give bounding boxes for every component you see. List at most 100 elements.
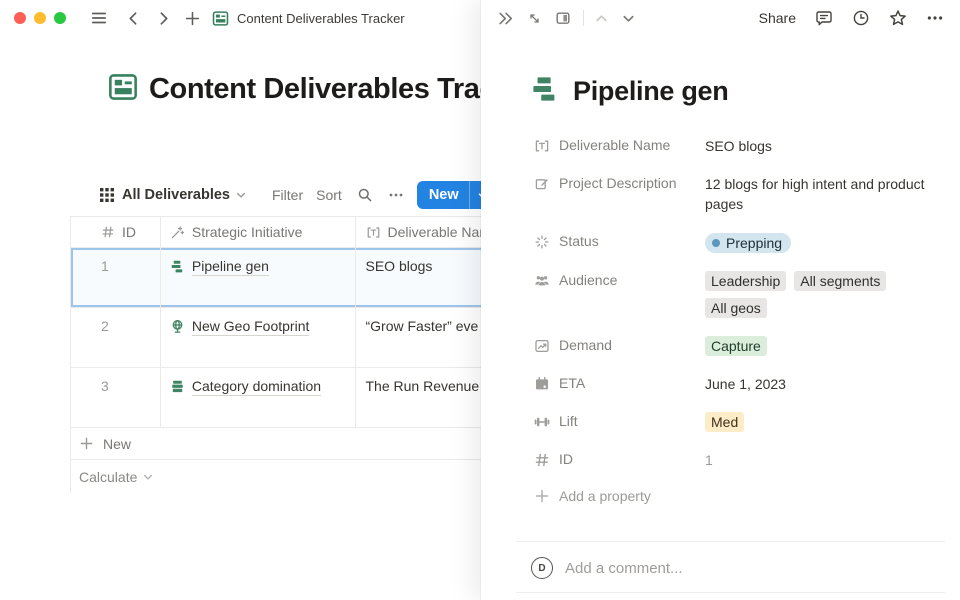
cell-id[interactable]: 1	[71, 248, 161, 307]
property-value[interactable]: 1	[705, 450, 938, 470]
bars-chart-icon[interactable]	[530, 74, 560, 109]
property-value[interactable]: Prepping	[705, 232, 938, 253]
cell-initiative[interactable]: Category domination	[161, 368, 356, 427]
property-row-status[interactable]: Status Prepping	[534, 232, 938, 253]
status-dot	[712, 239, 720, 247]
bars-chart-icon	[170, 259, 185, 277]
property-label[interactable]: ID	[534, 450, 705, 470]
page-table-icon	[212, 10, 229, 27]
property-row-lift[interactable]: Lift Med	[534, 412, 938, 432]
side-peek-icon[interactable]	[555, 10, 571, 26]
property-name: ETA	[559, 375, 585, 391]
plus-icon	[534, 488, 550, 504]
table-page-icon[interactable]	[108, 72, 138, 107]
chevron-down-icon[interactable]	[235, 189, 247, 201]
property-value[interactable]: Med	[705, 412, 938, 432]
demand-tag[interactable]: Capture	[705, 336, 767, 356]
forward-icon[interactable]	[155, 10, 172, 27]
status-pill[interactable]: Prepping	[705, 233, 791, 253]
cell-id[interactable]: 3	[71, 368, 161, 427]
property-value[interactable]: 12 blogs for high intent and product pag…	[705, 174, 938, 214]
clock-icon[interactable]	[852, 9, 870, 27]
property-name: Lift	[559, 413, 578, 429]
wand-icon	[170, 225, 185, 240]
view-tab-all-deliverables[interactable]: All Deliverables	[122, 187, 230, 203]
property-label[interactable]: Demand	[534, 336, 705, 356]
cell-initiative[interactable]: Pipeline gen	[161, 248, 356, 307]
chevron-down-icon[interactable]	[621, 11, 636, 26]
peek-page-title[interactable]: Pipeline gen	[573, 76, 728, 107]
page-title[interactable]: Content Deliverables Tracker	[149, 73, 538, 106]
page-link[interactable]: Category domination	[192, 377, 321, 396]
hamburger-icon[interactable]	[90, 9, 108, 27]
cell-initiative[interactable]: New Geo Footprint	[161, 308, 356, 367]
property-label[interactable]: Status	[534, 232, 705, 253]
more-dots-icon[interactable]	[926, 9, 944, 27]
traffic-light-close[interactable]	[14, 12, 26, 24]
lift-tag[interactable]: Med	[705, 412, 744, 432]
toolbar-divider	[583, 10, 584, 26]
panel-bottom-divider	[516, 592, 945, 593]
property-value[interactable]: Capture	[705, 336, 938, 356]
calendar-icon	[534, 376, 550, 392]
search-icon[interactable]	[357, 187, 373, 203]
property-label[interactable]: ETA	[534, 374, 705, 394]
property-name: Audience	[559, 272, 617, 288]
cell-id[interactable]: 2	[71, 308, 161, 367]
add-property-button[interactable]: Add a property	[534, 488, 938, 504]
view-toolbar: All Deliverables Filter Sort New	[100, 180, 495, 210]
avatar: D	[531, 557, 553, 579]
property-label[interactable]: Lift	[534, 412, 705, 432]
share-button[interactable]: Share	[759, 10, 796, 26]
property-row-id[interactable]: ID 1	[534, 450, 938, 470]
window-title: Content Deliverables Tracker	[237, 11, 405, 26]
property-row-eta[interactable]: ETA June 1, 2023	[534, 374, 938, 394]
double-chevron-right-icon[interactable]	[497, 10, 514, 27]
comment-input[interactable]: Add a comment...	[565, 560, 683, 577]
properties-list: Deliverable Name SEO blogs Project Descr…	[534, 136, 938, 504]
star-icon[interactable]	[889, 9, 907, 27]
filter-button[interactable]: Filter	[272, 187, 303, 203]
property-row-deliverable-name[interactable]: Deliverable Name SEO blogs	[534, 136, 938, 156]
property-row-audience[interactable]: Audience Leadership All segments All geo…	[534, 271, 938, 318]
new-button-label[interactable]: New	[417, 187, 469, 203]
property-name: Demand	[559, 337, 612, 353]
property-label[interactable]: Deliverable Name	[534, 136, 705, 156]
property-label[interactable]: Audience	[534, 271, 705, 318]
property-name: Deliverable Name	[559, 137, 670, 153]
new-tab-plus-icon[interactable]	[184, 10, 201, 27]
chevron-up-icon[interactable]	[594, 11, 609, 26]
property-name: Project Description	[559, 175, 677, 191]
more-dots-icon[interactable]	[388, 187, 404, 203]
app-window: Content Deliverables Tracker Content Del…	[0, 0, 960, 600]
comment-bubble-icon[interactable]	[815, 9, 833, 27]
property-row-demand[interactable]: Demand Capture	[534, 336, 938, 356]
page-link[interactable]: Pipeline gen	[192, 257, 269, 276]
status-burst-icon	[534, 234, 550, 250]
edit-icon	[534, 176, 550, 192]
column-header-strategic-initiative[interactable]: Strategic Initiative	[161, 217, 356, 247]
property-value[interactable]: SEO blogs	[705, 136, 938, 156]
people-icon	[534, 273, 550, 289]
globe-icon	[170, 319, 185, 337]
property-row-project-description[interactable]: Project Description 12 blogs for high in…	[534, 174, 938, 214]
property-value[interactable]: June 1, 2023	[705, 374, 938, 394]
sort-button[interactable]: Sort	[316, 187, 342, 203]
expand-diagonal-icon[interactable]	[527, 11, 542, 26]
audience-tag[interactable]: All segments	[794, 271, 886, 291]
audience-tag[interactable]: Leadership	[705, 271, 786, 291]
calculate-label: Calculate	[79, 469, 137, 485]
page-link[interactable]: New Geo Footprint	[192, 317, 310, 336]
property-value[interactable]: Leadership All segments All geos	[705, 271, 938, 318]
column-header-id[interactable]: ID	[71, 217, 161, 247]
traffic-light-minimize[interactable]	[34, 12, 46, 24]
peek-toolbar: Share	[481, 0, 960, 36]
property-name: Status	[559, 233, 599, 249]
audience-tag[interactable]: All geos	[705, 298, 767, 318]
traffic-light-zoom[interactable]	[54, 12, 66, 24]
new-row-label: New	[103, 436, 131, 452]
titlebar: Content Deliverables Tracker	[0, 0, 481, 36]
back-icon[interactable]	[125, 10, 142, 27]
chevron-down-icon	[142, 471, 154, 483]
property-label[interactable]: Project Description	[534, 174, 705, 214]
